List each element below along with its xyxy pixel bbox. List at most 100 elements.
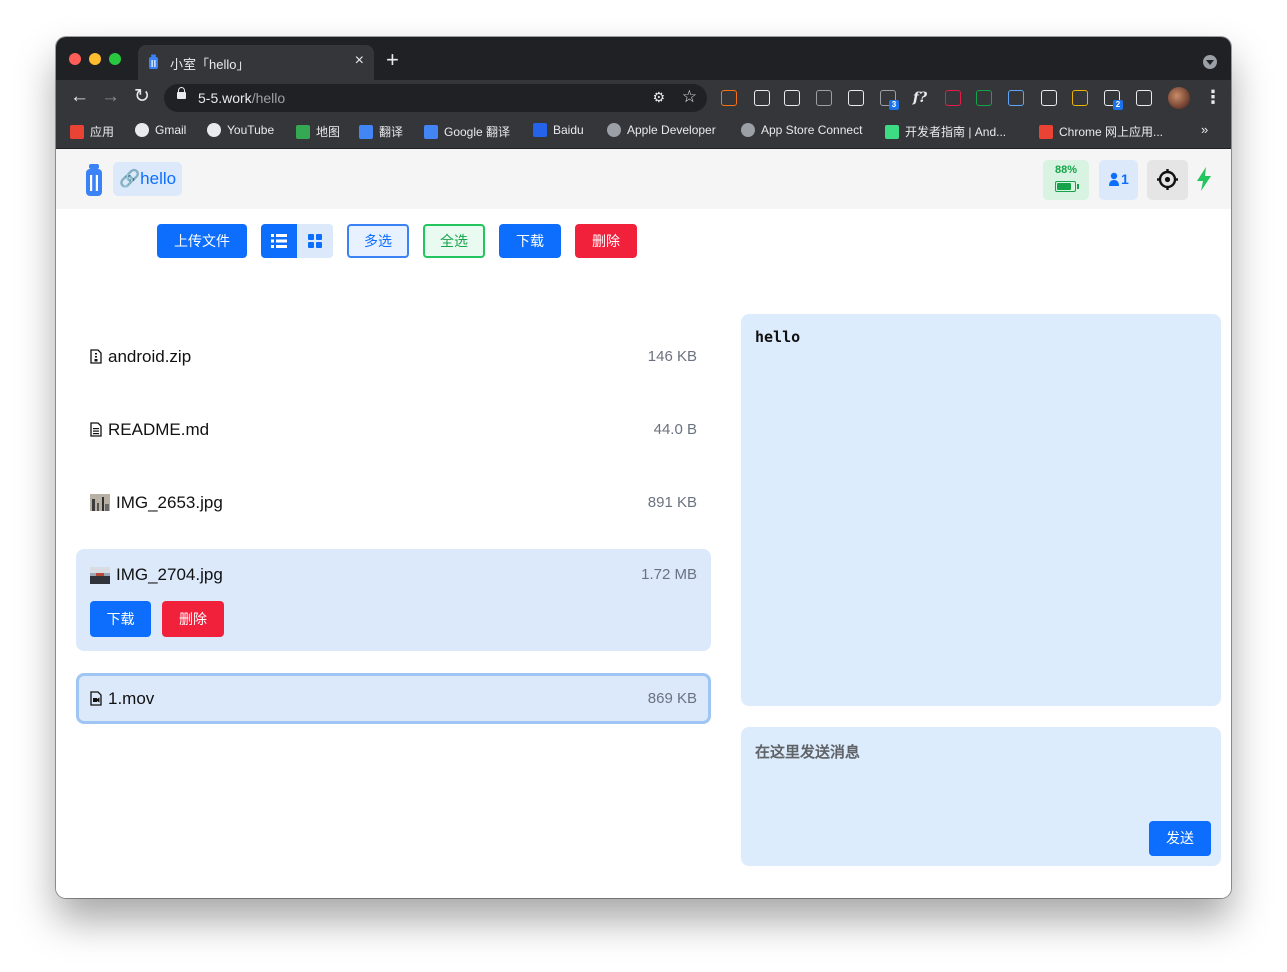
close-window-button[interactable] <box>69 53 81 65</box>
file-name: IMG_2704.jpg <box>116 565 223 584</box>
url-path: /hello <box>251 90 286 106</box>
pink-ext-icon[interactable] <box>945 90 961 106</box>
list-view-button[interactable] <box>261 224 297 258</box>
file-size: 44.0 B <box>653 421 697 438</box>
link-icon: 🔗 <box>119 169 141 188</box>
list-icon <box>271 234 287 248</box>
formula-ext-icon[interactable]: f? <box>912 90 928 106</box>
bookmark-item[interactable]: Apple Developer <box>607 123 716 137</box>
room-name-tag[interactable]: 🔗hello <box>113 162 183 196</box>
y-ext-icon[interactable] <box>848 90 864 106</box>
message-input[interactable] <box>755 741 1195 801</box>
tab-title: 小室「hello」 <box>170 57 250 72</box>
browser-tab[interactable]: 小室「hello」 × <box>138 45 374 80</box>
apps-grid-icon <box>70 124 84 139</box>
bookmark-label: Chrome 网上应用... <box>1059 125 1164 139</box>
extension-badge: 2 <box>1113 100 1123 110</box>
send-button[interactable]: 发送 <box>1149 821 1211 856</box>
image-thumbnail <box>90 494 110 511</box>
tab-search-icon[interactable] <box>1203 55 1217 69</box>
x-ext-icon[interactable] <box>1041 90 1057 106</box>
back-arrow-icon[interactable]: ← <box>70 86 89 108</box>
file-row[interactable]: IMG_2653.jpg 891 KB <box>76 466 711 539</box>
file-row[interactable]: android.zip 146 KB <box>76 320 711 393</box>
oo-ext-icon[interactable] <box>784 90 800 106</box>
translate-icon <box>359 124 373 139</box>
bookmark-item[interactable]: YouTube <box>207 123 274 137</box>
battery-percent: 88% <box>1054 164 1078 176</box>
online-users-button[interactable]: 1 <box>1099 160 1138 200</box>
bookmark-item[interactable]: 地图 <box>296 123 340 140</box>
delete-button[interactable]: 删除 <box>575 224 637 258</box>
g-ext-icon[interactable] <box>721 90 737 106</box>
bookmark-label: Google 翻译 <box>444 125 511 139</box>
file-delete-button[interactable]: 删除 <box>162 601 224 637</box>
bookmark-label: App Store Connect <box>761 123 863 137</box>
bookmark-item[interactable]: 应用 <box>70 123 114 140</box>
url-text[interactable]: 5-5.work/hello <box>198 90 285 106</box>
bookmark-label: YouTube <box>227 123 275 137</box>
file-row[interactable]: README.md 44.0 B <box>76 393 711 466</box>
image-thumbnail <box>90 567 110 584</box>
settings-button[interactable] <box>1147 160 1188 200</box>
globe-icon <box>207 123 221 137</box>
tab-close-icon[interactable]: × <box>355 52 364 70</box>
apple-icon <box>741 123 755 137</box>
w-ext-icon[interactable] <box>1008 90 1024 106</box>
file-download-button[interactable]: 下载 <box>90 601 151 637</box>
bookmark-star-icon[interactable]: ☆ <box>682 87 697 107</box>
profile-avatar[interactable] <box>1168 87 1190 109</box>
new-tab-button[interactable]: + <box>386 49 399 71</box>
app-logo-icon[interactable] <box>84 163 104 197</box>
network-ext-icon[interactable]: 2 <box>1104 90 1123 110</box>
grid-view-button[interactable] <box>297 224 333 258</box>
view-toggle <box>261 224 333 258</box>
zip-file-icon <box>90 349 102 364</box>
cube-ext-icon[interactable] <box>816 90 832 106</box>
tabs-ext-icon[interactable]: 3 <box>880 90 899 110</box>
bug-ext-icon[interactable] <box>976 90 992 106</box>
download-button[interactable]: 下载 <box>499 224 561 258</box>
app-header: 🔗hello 88% 1 <box>56 149 1231 209</box>
message-display: hello <box>741 314 1221 706</box>
battery-level <box>1057 183 1072 190</box>
bookmark-item[interactable]: 开发者指南 | And... <box>885 123 1006 140</box>
forward-arrow-icon[interactable]: → <box>101 86 120 108</box>
bookmark-item[interactable]: 翻译 <box>359 123 403 140</box>
app-page: 🔗hello 88% 1 上传文件 多选 全选 下载 删除 android.zi… <box>56 149 1231 898</box>
file-name: IMG_2653.jpg <box>116 493 223 512</box>
text-file-icon <box>90 422 102 437</box>
file-size: 1.72 MB <box>641 566 697 583</box>
more-bookmarks-icon[interactable]: » <box>1201 122 1208 137</box>
palette-ext-icon[interactable] <box>1072 90 1088 106</box>
baidu-paw-icon <box>533 123 547 137</box>
person-icon <box>1109 172 1119 186</box>
bookmark-item[interactable]: Chrome 网上应用... <box>1039 123 1163 140</box>
room-name: hello <box>140 169 177 188</box>
bookmark-item[interactable]: App Store Connect <box>741 123 862 137</box>
site-favicon-icon <box>149 54 158 69</box>
bookmark-label: 地图 <box>316 125 341 139</box>
address-bar[interactable]: 5-5.work/hello ⚙ ☆ <box>164 84 707 112</box>
url-host: 5-5.work <box>198 90 252 106</box>
bookmark-label: 翻译 <box>379 125 404 139</box>
connection-bolt-icon <box>1197 167 1211 191</box>
select-all-button[interactable]: 全选 <box>423 224 485 258</box>
file-row-focused[interactable]: 1.mov 869 KB <box>76 673 711 724</box>
bookmark-item[interactable]: Google 翻译 <box>424 123 510 140</box>
multi-select-button[interactable]: 多选 <box>347 224 409 258</box>
check-ext-icon[interactable] <box>754 90 770 106</box>
globe-icon <box>135 123 149 137</box>
tab-strip: 小室「hello」 × + <box>56 37 1231 80</box>
minimize-window-button[interactable] <box>89 53 101 65</box>
reload-icon[interactable]: ↻ <box>134 86 150 108</box>
upload-file-button[interactable]: 上传文件 <box>157 224 247 258</box>
file-row-selected[interactable]: IMG_2704.jpg 1.72 MB 下载 删除 <box>76 549 711 651</box>
bookmark-item[interactable]: Gmail <box>135 123 186 137</box>
key-icon[interactable]: ⚙ <box>652 89 665 106</box>
bookmark-item[interactable]: Baidu <box>533 123 584 137</box>
extension-badge: 3 <box>889 100 899 110</box>
puzzle-ext-icon[interactable] <box>1136 90 1152 106</box>
maximize-window-button[interactable] <box>109 53 121 65</box>
menu-kebab-icon[interactable]: ⋮ <box>1204 87 1222 108</box>
